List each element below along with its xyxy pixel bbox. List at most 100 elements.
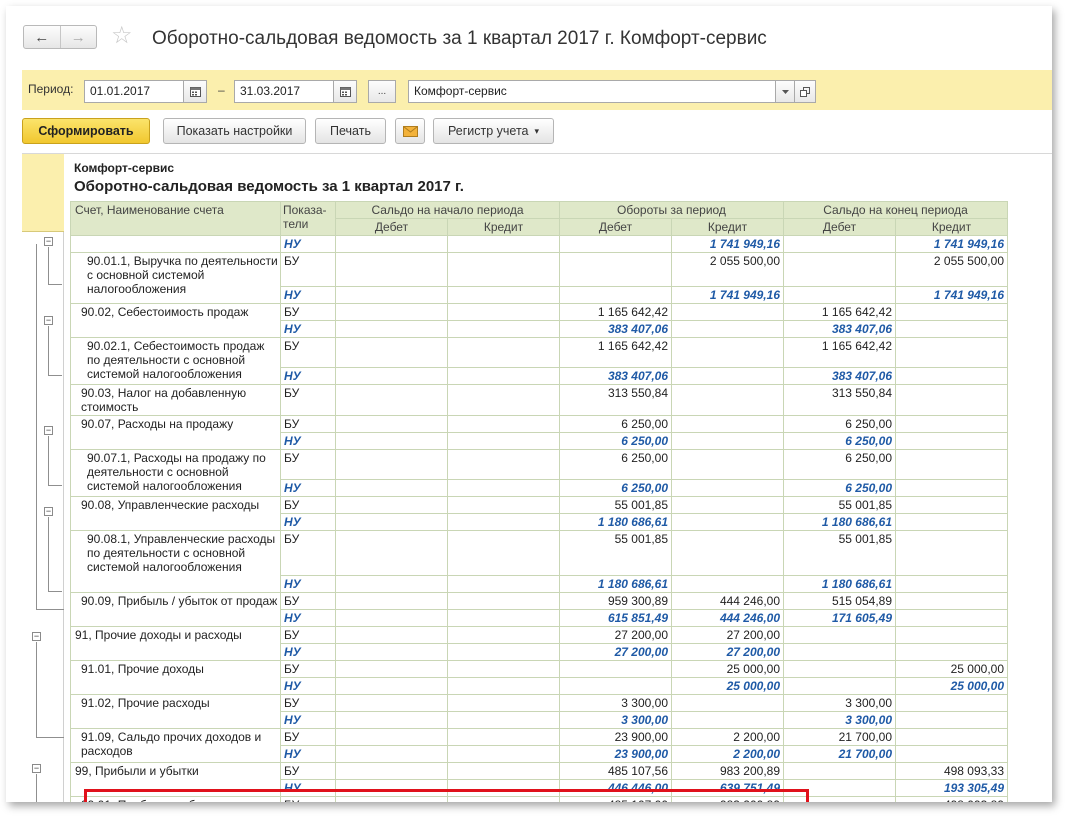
amount-cell[interactable] bbox=[671, 575, 784, 593]
collapse-group-icon[interactable]: − bbox=[44, 507, 53, 516]
amount-cell[interactable] bbox=[447, 626, 560, 644]
amount-cell[interactable]: 313 550,84 bbox=[559, 384, 672, 416]
amount-cell[interactable] bbox=[895, 384, 1008, 416]
amount-cell[interactable] bbox=[447, 432, 560, 450]
amount-cell[interactable] bbox=[335, 609, 448, 627]
envelope-icon[interactable] bbox=[395, 118, 425, 144]
collapse-group-icon[interactable]: − bbox=[32, 764, 41, 773]
amount-cell[interactable] bbox=[895, 449, 1008, 480]
amount-cell[interactable]: 515 054,89 bbox=[783, 592, 896, 610]
amount-cell[interactable]: 55 001,85 bbox=[783, 530, 896, 576]
amount-cell[interactable] bbox=[671, 320, 784, 338]
amount-cell[interactable] bbox=[447, 575, 560, 593]
amount-cell[interactable]: 27 200,00 bbox=[671, 626, 784, 644]
amount-cell[interactable]: 2 055 500,00 bbox=[671, 252, 784, 287]
amount-cell[interactable] bbox=[783, 762, 896, 780]
amount-cell[interactable] bbox=[895, 367, 1008, 385]
forward-button[interactable]: → bbox=[59, 26, 97, 48]
amount-cell[interactable]: 2 055 500,00 bbox=[895, 252, 1008, 287]
amount-cell[interactable] bbox=[335, 252, 448, 287]
amount-cell[interactable] bbox=[335, 337, 448, 368]
amount-cell[interactable] bbox=[559, 286, 672, 304]
amount-cell[interactable] bbox=[671, 496, 784, 514]
amount-cell[interactable] bbox=[447, 337, 560, 368]
amount-cell[interactable]: 27 200,00 bbox=[559, 626, 672, 644]
collapse-group-icon[interactable]: − bbox=[44, 316, 53, 325]
amount-cell[interactable] bbox=[447, 415, 560, 433]
account-name[interactable]: 90.03, Налог на добавленную стоимость bbox=[70, 384, 281, 416]
amount-cell[interactable]: 27 200,00 bbox=[671, 643, 784, 661]
amount-cell[interactable] bbox=[895, 745, 1008, 763]
amount-cell[interactable]: 3 300,00 bbox=[559, 694, 672, 712]
amount-cell[interactable]: 21 700,00 bbox=[783, 728, 896, 746]
amount-cell[interactable] bbox=[335, 745, 448, 763]
amount-cell[interactable]: 27 200,00 bbox=[559, 643, 672, 661]
amount-cell[interactable] bbox=[335, 677, 448, 695]
amount-cell[interactable] bbox=[671, 384, 784, 416]
amount-cell[interactable] bbox=[783, 643, 896, 661]
amount-cell[interactable]: 1 741 949,16 bbox=[671, 235, 784, 253]
amount-cell[interactable]: 3 300,00 bbox=[559, 711, 672, 729]
amount-cell[interactable]: 498 093,33 bbox=[895, 762, 1008, 780]
amount-cell[interactable] bbox=[895, 626, 1008, 644]
calendar-icon[interactable] bbox=[183, 80, 207, 103]
amount-cell[interactable] bbox=[671, 303, 784, 321]
amount-cell[interactable] bbox=[335, 303, 448, 321]
amount-cell[interactable] bbox=[447, 728, 560, 746]
amount-cell[interactable] bbox=[671, 337, 784, 368]
amount-cell[interactable] bbox=[783, 286, 896, 304]
amount-cell[interactable] bbox=[335, 660, 448, 678]
amount-cell[interactable] bbox=[447, 303, 560, 321]
amount-cell[interactable] bbox=[335, 626, 448, 644]
amount-cell[interactable]: 6 250,00 bbox=[783, 415, 896, 433]
amount-cell[interactable]: 1 165 642,42 bbox=[559, 303, 672, 321]
amount-cell[interactable]: 1 741 949,16 bbox=[895, 235, 1008, 253]
amount-cell[interactable]: 23 900,00 bbox=[559, 745, 672, 763]
amount-cell[interactable]: 1 180 686,61 bbox=[783, 513, 896, 531]
amount-cell[interactable] bbox=[447, 496, 560, 514]
amount-cell[interactable]: 1 741 949,16 bbox=[895, 286, 1008, 304]
account-name[interactable]: 90.07.1, Расходы на продажу по деятельно… bbox=[70, 449, 281, 497]
amount-cell[interactable] bbox=[335, 235, 448, 253]
amount-cell[interactable] bbox=[895, 694, 1008, 712]
amount-cell[interactable]: 6 250,00 bbox=[783, 432, 896, 450]
amount-cell[interactable] bbox=[335, 530, 448, 576]
amount-cell[interactable] bbox=[447, 513, 560, 531]
amount-cell[interactable] bbox=[895, 415, 1008, 433]
amount-cell[interactable] bbox=[895, 513, 1008, 531]
chevron-down-icon[interactable] bbox=[775, 80, 795, 103]
amount-cell[interactable] bbox=[335, 449, 448, 480]
collapse-group-icon[interactable]: − bbox=[44, 237, 53, 246]
account-name[interactable]: 90.01.1, Выручка по деятельности с основ… bbox=[70, 252, 281, 304]
account-name[interactable]: 91.09, Сальдо прочих доходов и расходов bbox=[70, 728, 281, 763]
amount-cell[interactable]: 171 605,49 bbox=[783, 609, 896, 627]
amount-cell[interactable] bbox=[671, 415, 784, 433]
amount-cell[interactable] bbox=[447, 609, 560, 627]
amount-cell[interactable] bbox=[447, 711, 560, 729]
amount-cell[interactable]: 1 180 686,61 bbox=[559, 575, 672, 593]
amount-cell[interactable] bbox=[447, 677, 560, 695]
amount-cell[interactable]: 3 300,00 bbox=[783, 694, 896, 712]
amount-cell[interactable]: 193 305,49 bbox=[895, 779, 1008, 797]
amount-cell[interactable] bbox=[783, 626, 896, 644]
amount-cell[interactable] bbox=[559, 235, 672, 253]
amount-cell[interactable] bbox=[335, 286, 448, 304]
amount-cell[interactable] bbox=[895, 496, 1008, 514]
period-to-field[interactable]: 31.03.2017 bbox=[234, 80, 334, 103]
amount-cell[interactable] bbox=[895, 575, 1008, 593]
amount-cell[interactable] bbox=[335, 415, 448, 433]
amount-cell[interactable] bbox=[447, 530, 560, 576]
account-name[interactable]: 91, Прочие доходы и расходы bbox=[70, 626, 281, 661]
amount-cell[interactable]: 21 700,00 bbox=[783, 745, 896, 763]
organization-field[interactable]: Комфорт-сервис bbox=[408, 80, 776, 103]
amount-cell[interactable]: 383 407,06 bbox=[783, 320, 896, 338]
account-name[interactable]: 90.07, Расходы на продажу bbox=[70, 415, 281, 450]
show-settings-button[interactable]: Показать настройки bbox=[163, 118, 306, 144]
amount-cell[interactable] bbox=[783, 252, 896, 287]
amount-cell[interactable] bbox=[335, 592, 448, 610]
amount-cell[interactable] bbox=[783, 677, 896, 695]
amount-cell[interactable] bbox=[335, 384, 448, 416]
account-name[interactable]: 91.01, Прочие доходы bbox=[70, 660, 281, 695]
amount-cell[interactable] bbox=[671, 449, 784, 480]
amount-cell[interactable] bbox=[895, 320, 1008, 338]
